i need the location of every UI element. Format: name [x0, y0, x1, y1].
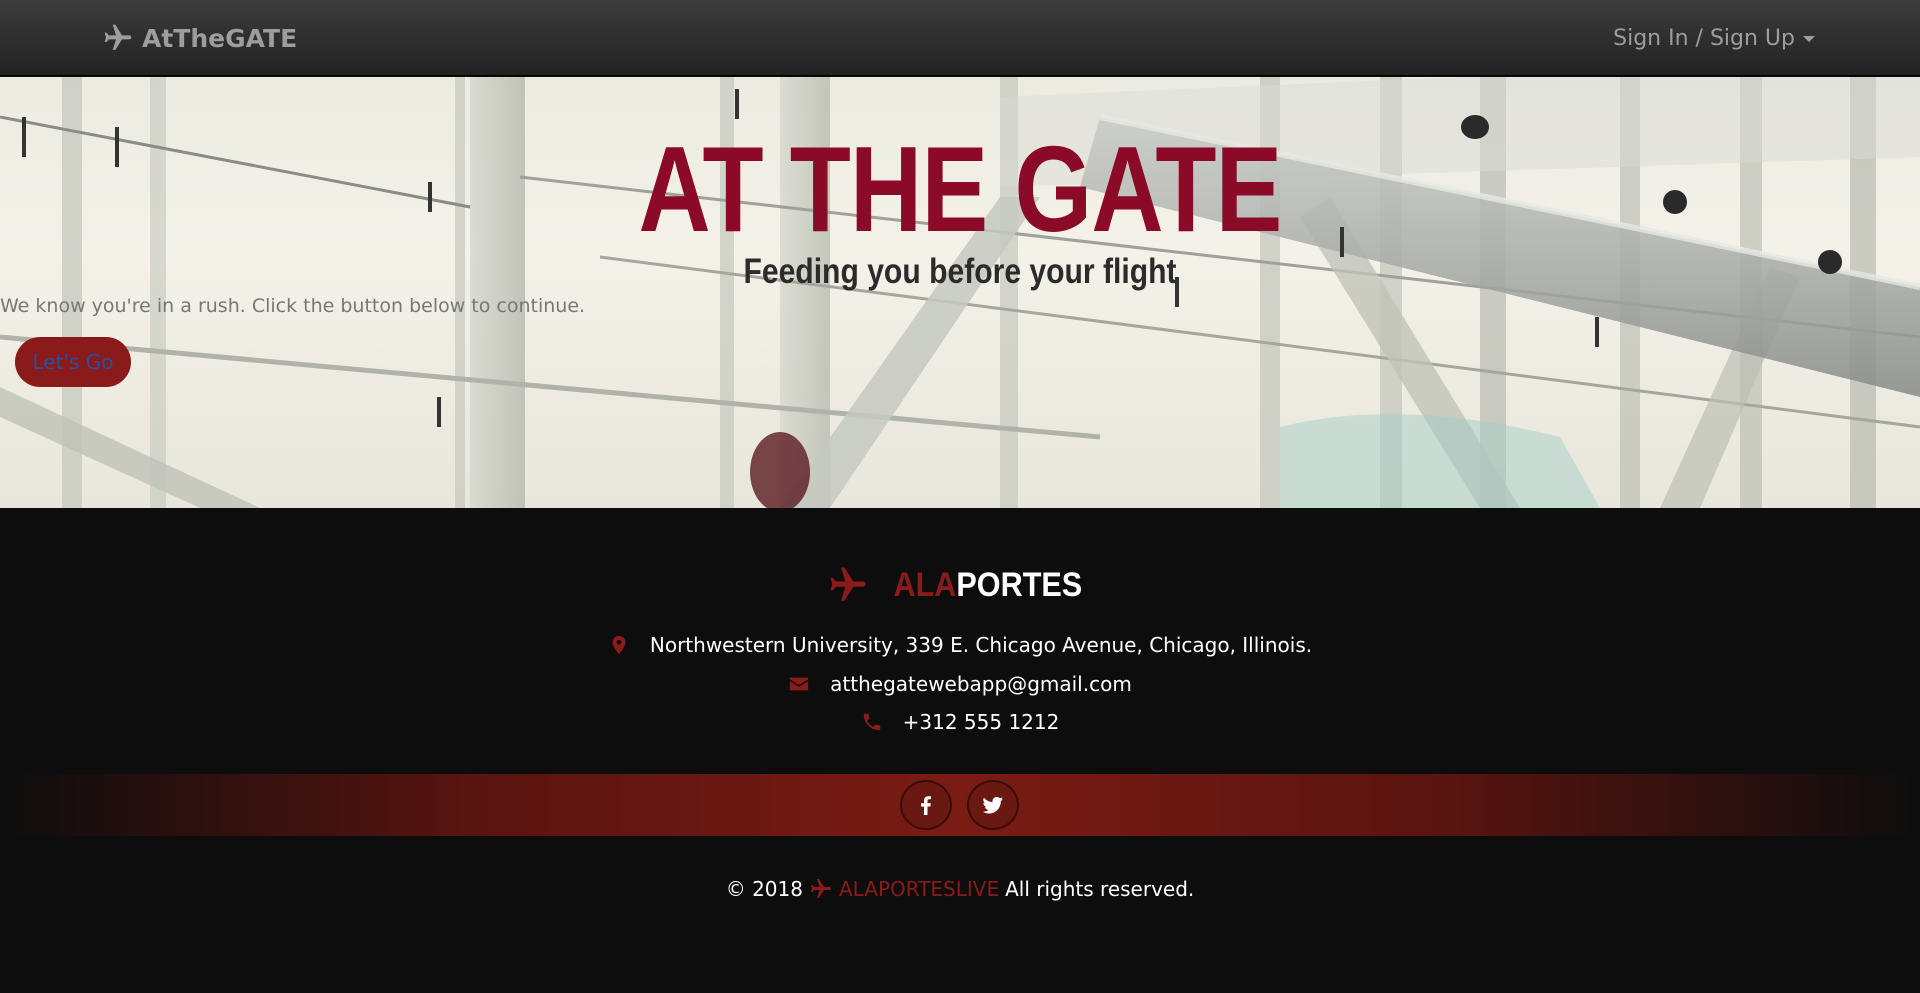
footer-brand-red: ALA [893, 565, 957, 604]
map-marker-icon [612, 635, 626, 655]
address-text: Northwestern University, 339 E. Chicago … [649, 633, 1313, 657]
contact-email: atthegatewebapp@gmail.com [0, 669, 1920, 699]
brand-label: AtTheGATE [142, 23, 298, 53]
account-dropdown[interactable]: Sign In / Sign Up [1613, 22, 1815, 54]
plane-icon [810, 879, 831, 898]
account-label: Sign In / Sign Up [1613, 25, 1795, 51]
hero-text: We know you're in a rush. Click the butt… [0, 295, 586, 317]
chevron-down-icon [1803, 36, 1815, 42]
footer: ALAPORTES Northwestern University, 339 E… [0, 508, 1920, 993]
lets-go-button[interactable]: Let's Go [15, 337, 131, 387]
facebook-icon [921, 796, 931, 815]
hero-title: AT THE GATE [638, 121, 1282, 257]
contact-phone: +312 555 1212 [0, 707, 1920, 737]
hero-subtitle: Feeding you before your flight [743, 252, 1177, 291]
copyright: © 2018 ALAPORTESLIVE All rights reserved… [0, 874, 1920, 904]
plane-icon [104, 24, 132, 50]
contact-address: Northwestern University, 339 E. Chicago … [0, 630, 1920, 660]
copyright-brand-link[interactable]: ALAPORTESLIVE [839, 877, 999, 901]
phone-icon [863, 713, 880, 731]
footer-brand-white: PORTES [956, 565, 1083, 604]
envelope-icon [790, 677, 809, 691]
brand-link[interactable]: AtTheGATE [102, 22, 297, 54]
phone-text: +312 555 1212 [902, 710, 1060, 734]
facebook-button[interactable] [900, 780, 952, 830]
email-text[interactable]: atthegatewebapp@gmail.com [830, 672, 1132, 696]
hero-section: AT THE GATE Feeding you before your flig… [0, 77, 1920, 508]
copyright-year: © 2018 [725, 877, 803, 901]
twitter-button[interactable] [967, 780, 1019, 830]
footer-brand: ALAPORTES [0, 563, 1920, 607]
twitter-icon [982, 796, 1003, 814]
navbar: AtTheGATE Sign In / Sign Up [0, 0, 1920, 76]
plane-icon [830, 567, 866, 601]
social-bar [0, 774, 1920, 836]
copyright-text: All rights reserved. [1005, 877, 1195, 901]
